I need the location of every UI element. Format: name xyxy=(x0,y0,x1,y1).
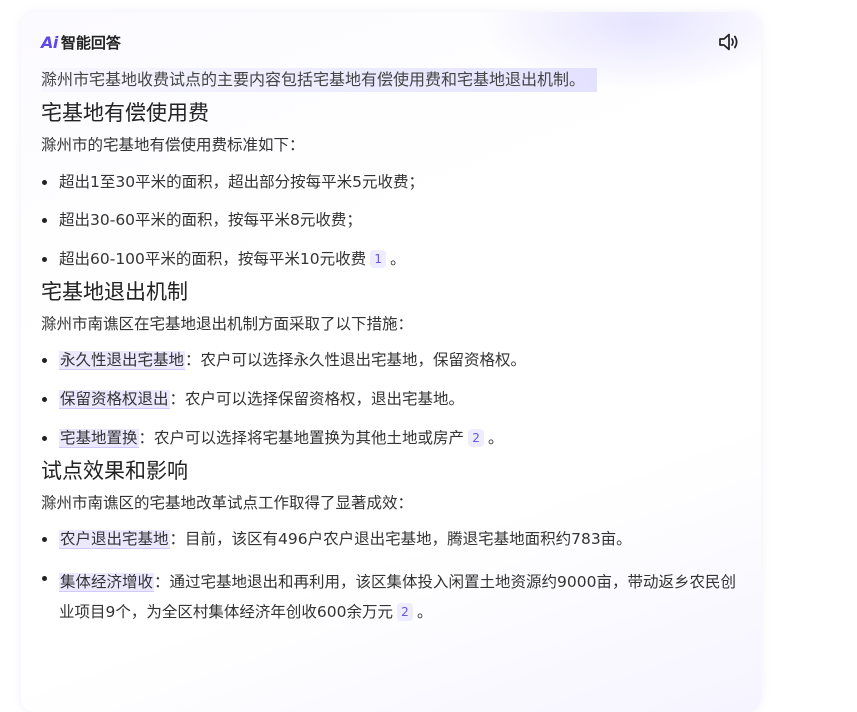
section-intro-usage-fee: 滁州市的宅基地有偿使用费标准如下： xyxy=(41,136,305,154)
intro-sentence: 滁州市宅基地收费试点的主要内容包括宅基地有偿使用费和宅基地退出机制。 xyxy=(41,68,598,92)
answer-card: Ai 智能回答 滁州市宅基地收费试点的主要内容包括宅基地有偿使用费和宅基地退出机… xyxy=(21,12,761,712)
section-intro-exit-mechanism: 滁州市南谯区在宅基地退出机制方面采取了以下措施： xyxy=(41,315,414,333)
section-title-exit-mechanism: 宅基地退出机制 xyxy=(41,280,188,304)
list-item: 保留资格权退出：农户可以选择保留资格权，退出宅基地。 xyxy=(41,388,741,410)
section-title-usage-fee: 宅基地有偿使用费 xyxy=(41,101,209,125)
list-item: 农户退出宅基地：目前，该区有496户农户退出宅基地，腾退宅基地面积约783亩。 xyxy=(41,528,741,550)
citation-badge[interactable]: 2 xyxy=(468,429,485,447)
section-title-pilot-effects: 试点效果和影响 xyxy=(41,459,188,483)
list-item: 宅基地置换：农户可以选择将宅基地置换为其他土地或房产 2。 xyxy=(41,427,741,449)
list-item: 超出1至30平米的面积，超出部分按每平米5元收费； xyxy=(41,171,741,193)
usage-fee-list: 超出1至30平米的面积，超出部分按每平米5元收费； 超出30-60平米的面积，按… xyxy=(41,171,741,270)
citation-badge[interactable]: 1 xyxy=(370,250,387,268)
section-intro-pilot-effects: 滁州市南谯区的宅基地改革试点工作取得了显著成效： xyxy=(41,494,414,512)
highlight-term[interactable]: 保留资格权退出 xyxy=(59,390,170,409)
highlight-term[interactable]: 永久性退出宅基地 xyxy=(59,351,186,370)
list-item: 永久性退出宅基地：农户可以选择永久性退出宅基地，保留资格权。 xyxy=(41,349,741,371)
list-item: 超出60-100平米的面积，按每平米10元收费 1。 xyxy=(41,248,741,270)
highlight-term[interactable]: 集体经济增收 xyxy=(59,573,155,592)
speaker-icon[interactable] xyxy=(717,31,741,53)
exit-mechanism-list: 永久性退出宅基地：农户可以选择永久性退出宅基地，保留资格权。 保留资格权退出：农… xyxy=(41,349,741,449)
list-item: 集体经济增收：通过宅基地退出和再利用，该区集体投入闲置土地资源约9000亩，带动… xyxy=(41,567,741,627)
answer-content: 滁州市宅基地收费试点的主要内容包括宅基地有偿使用费和宅基地退出机制。 宅基地有偿… xyxy=(41,68,741,627)
highlight-term[interactable]: 宅基地置换 xyxy=(59,429,139,448)
pilot-effects-list: 农户退出宅基地：目前，该区有496户农户退出宅基地，腾退宅基地面积约783亩。 … xyxy=(41,528,741,627)
header-title: 智能回答 xyxy=(60,34,121,52)
ai-logo-icon: Ai xyxy=(41,33,58,52)
citation-badge[interactable]: 2 xyxy=(396,603,413,621)
highlight-term[interactable]: 农户退出宅基地 xyxy=(59,530,170,549)
list-item: 超出30-60平米的面积，按每平米8元收费； xyxy=(41,209,741,231)
answer-header: Ai 智能回答 xyxy=(41,32,121,53)
